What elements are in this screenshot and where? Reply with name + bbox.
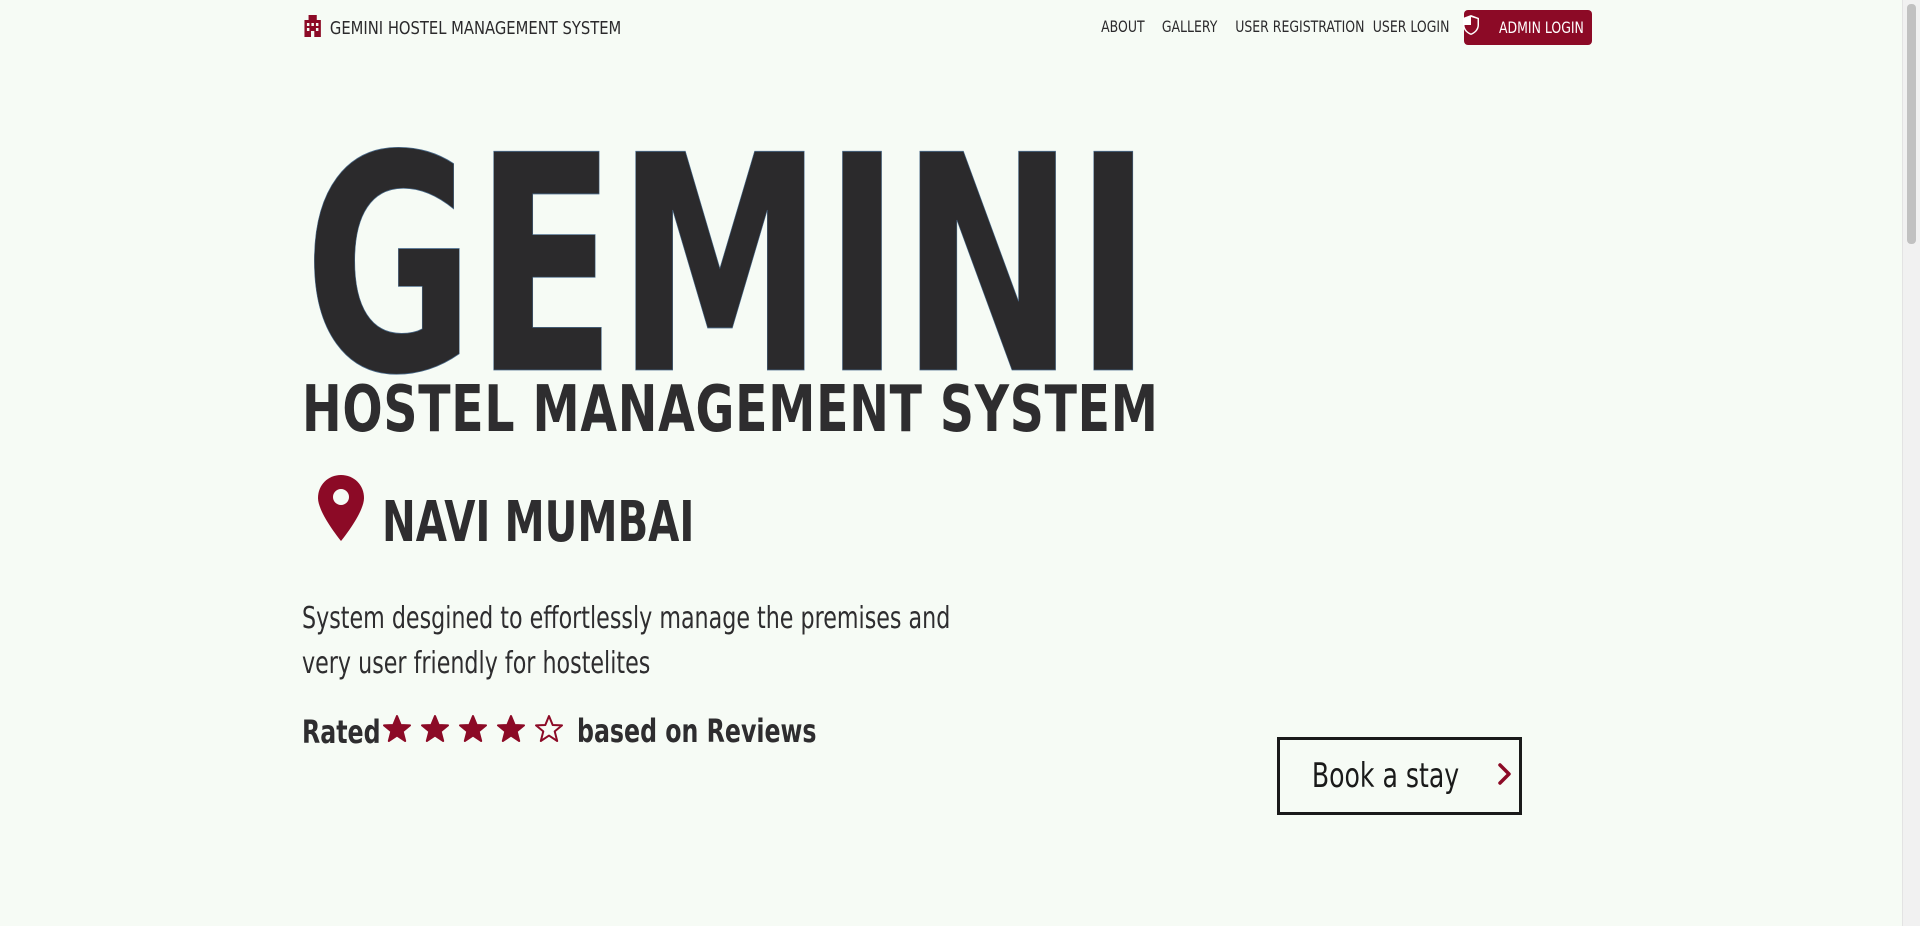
scrollbar-thumb[interactable] (1907, 4, 1916, 244)
rating-suffix: based on Reviews (577, 712, 817, 750)
hero-description: System desgined to effortlessly manage t… (302, 601, 951, 681)
page-scrollbar[interactable] (1902, 0, 1920, 926)
brand-name: GEMINI HOSTEL MANAGEMENT SYSTEM (329, 17, 622, 39)
rating-prefix: Rated (302, 713, 381, 751)
location (316, 470, 366, 550)
star-filled-icon (420, 714, 450, 749)
hero-subtitle: HOSTEL MANAGEMENT SYSTEM (302, 373, 1159, 447)
nav-item-user-registration[interactable]: USER REGISTRATION (1235, 17, 1364, 36)
location-label: NAVI MUMBAI (382, 490, 695, 555)
rating-stars (382, 714, 564, 749)
star-filled-icon (458, 714, 488, 749)
nav-item-user-login[interactable]: USER LOGIN (1373, 17, 1450, 36)
admin-login-button[interactable]: ADMIN LOGIN (1461, 10, 1592, 45)
nav-item-about[interactable]: ABOUT (1101, 17, 1144, 36)
rating: Rated based on Reviews (302, 710, 817, 754)
admin-login-label: ADMIN LOGIN (1498, 18, 1584, 37)
chevron-right-icon (1487, 762, 1513, 791)
shield-icon (1461, 14, 1481, 41)
building-icon (302, 14, 323, 43)
map-marker-icon (316, 473, 366, 548)
brand[interactable]: GEMINI HOSTEL MANAGEMENT SYSTEM (302, 14, 621, 42)
navbar: GEMINI HOSTEL MANAGEMENT SYSTEM ABOUT GA… (0, 0, 1903, 56)
star-filled-icon (496, 714, 526, 749)
nav-item-gallery[interactable]: GALLERY (1162, 17, 1218, 36)
hero-title: GEMINI (304, 92, 1204, 442)
book-a-stay-button[interactable]: Book a stay (1277, 737, 1522, 815)
book-a-stay-label: Book a stay (1311, 756, 1460, 796)
star-filled-icon (382, 714, 412, 749)
star-empty-icon (534, 714, 564, 749)
